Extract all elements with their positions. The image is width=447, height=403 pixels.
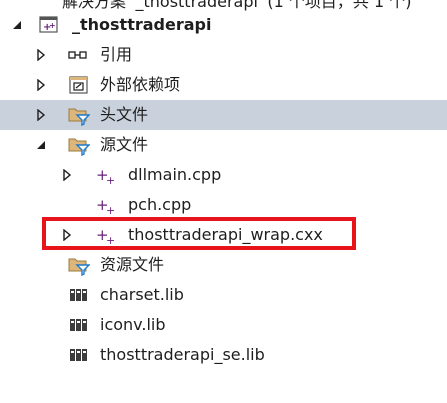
collapsed-arrow-icon[interactable] [34,70,48,100]
svg-text:+: + [106,204,115,216]
filter-folder-icon [68,104,90,126]
solution-node-cut: 解决方案 '_thosttraderapi' (1 个项目，共 1 个) [0,0,447,11]
collapsed-arrow-icon[interactable] [60,220,74,250]
source-files-label: 源文件 [100,135,149,154]
iconv-lib-label: iconv.lib [100,315,166,334]
collapsed-arrow-icon[interactable] [34,100,48,130]
tree-item-project[interactable]: + + _thosttraderapi [0,10,447,40]
tree-item-iconv-lib[interactable]: iconv.lib [0,310,447,340]
collapsed-arrow-icon[interactable] [60,160,74,190]
dllmain-label: dllmain.cpp [128,165,222,184]
charset-lib-label: charset.lib [100,285,184,304]
cpp-file-icon: + + [95,164,117,186]
tree-item-charset-lib[interactable]: charset.lib [0,280,447,310]
se-lib-label: thosttraderapi_se.lib [100,345,265,364]
lib-file-icon [68,314,90,336]
lib-file-icon [68,284,90,306]
external-dependencies-icon [68,74,90,96]
svg-text:+: + [106,174,115,186]
cpp-project-icon: + + [38,14,60,36]
external-dependencies-label: 外部依赖项 [100,75,181,94]
lib-file-icon [68,344,90,366]
tree-item-source-files[interactable]: 源文件 [0,130,447,160]
tree-item-external-dependencies[interactable]: 外部依赖项 [0,70,447,100]
tree-item-resource-files[interactable]: 资源文件 [0,250,447,280]
filter-folder-icon [68,134,90,156]
references-icon [68,44,90,66]
header-files-label: 头文件 [100,105,149,124]
expanded-arrow-icon[interactable] [34,130,48,160]
tree-item-wrap[interactable]: + + thosttraderapi_wrap.cxx [0,220,447,250]
filter-folder-icon [68,254,90,276]
project-label: _thosttraderapi [72,15,212,34]
tree-item-se-lib[interactable]: thosttraderapi_se.lib [0,340,447,370]
tree-item-dllmain[interactable]: + + dllmain.cpp [0,160,447,190]
tree-item-references[interactable]: 引用 [0,40,447,70]
wrap-label: thosttraderapi_wrap.cxx [128,225,323,244]
cpp-file-icon: + + [95,224,117,246]
tree-item-header-files[interactable]: 头文件 [0,100,447,130]
tree-item-pch[interactable]: + + pch.cpp [0,190,447,220]
pch-label: pch.cpp [128,195,192,214]
svg-text:+: + [106,234,115,246]
cpp-file-icon: + + [95,194,117,216]
svg-text:+: + [49,21,56,30]
resource-files-label: 资源文件 [100,255,165,274]
collapsed-arrow-icon[interactable] [34,40,48,70]
references-label: 引用 [100,45,133,64]
expanded-arrow-icon[interactable] [10,10,24,40]
